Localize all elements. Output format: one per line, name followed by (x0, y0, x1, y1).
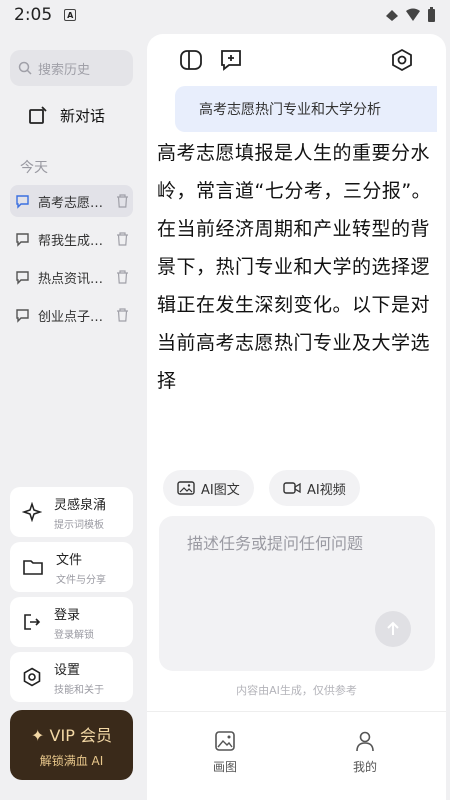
trash-icon[interactable] (116, 194, 129, 208)
chat-bubble-icon (16, 270, 29, 285)
chat-topbar (147, 34, 446, 86)
answer-fade (147, 434, 446, 474)
assistant-answer: 高考志愿填报是人生的重要分水岭，常言道“七分考，三分报”。在当前经济周期和产业转… (157, 142, 432, 392)
search-input[interactable]: 搜索历史 (10, 50, 133, 86)
send-button[interactable] (375, 611, 411, 647)
bottom-nav: 画图 我的 (147, 711, 446, 800)
user-message: 高考志愿热门专业和大学分析 (175, 86, 437, 132)
user-icon (356, 731, 374, 752)
vip-title: VIP 会员 (49, 726, 112, 745)
vip-button[interactable]: ✦ VIP 会员 解锁满血 AI (10, 710, 133, 780)
prompt-input[interactable]: 描述任务或提问任何问题 (159, 516, 435, 671)
chat-bubble-icon (16, 308, 29, 323)
login-icon (24, 614, 41, 630)
conversation-label: 高考志愿热门专业和大学分析 (38, 195, 104, 211)
search-icon (18, 61, 32, 75)
conversation-label: 帮我生成一份计划 (38, 233, 104, 249)
new-chat-icon[interactable] (219, 48, 243, 72)
nav-draw[interactable]: 画图 (213, 730, 237, 775)
settings-icon[interactable] (390, 48, 414, 72)
login-button[interactable]: 登录 登录解锁 (10, 597, 133, 647)
status-bar: 2:05 A (0, 0, 450, 30)
tool-subtitle: 登录解锁 (54, 629, 94, 641)
notification-icon: A (64, 9, 77, 21)
tool-title: 灵感泉涌 (54, 497, 107, 513)
conversation-item[interactable]: 热点资讯速览 (10, 261, 133, 293)
new-chat-label: 新对话 (60, 107, 106, 125)
conversation-item[interactable]: 帮我生成一份计划 (10, 223, 133, 255)
prompt-placeholder: 描述任务或提问任何问题 (187, 534, 364, 553)
wifi-icon (406, 8, 420, 21)
new-chat-icon (29, 105, 47, 124)
tool-title: 设置 (54, 662, 81, 678)
video-icon (283, 482, 301, 494)
status-icons (385, 7, 436, 23)
inspiration-button[interactable]: 灵感泉涌 提示词模板 (10, 487, 133, 537)
ai-video-chip[interactable]: AI视频 (269, 470, 360, 506)
image-icon (177, 481, 195, 495)
trash-icon[interactable] (116, 308, 129, 322)
chat-panel: 高考志愿热门专业和大学分析 高考志愿填报是人生的重要分水岭，常言道“七分考，三分… (147, 34, 446, 800)
signal-icon (386, 10, 398, 21)
conversation-item[interactable]: 创业点子推荐 (10, 299, 133, 331)
tool-subtitle: 文件与分享 (56, 574, 106, 586)
settings-icon (23, 667, 41, 687)
new-chat-button[interactable]: 新对话 (28, 105, 105, 126)
chat-bubble-icon (16, 232, 29, 247)
vip-sparkle-icon: ✦ (31, 726, 50, 745)
tool-subtitle: 提示词模板 (54, 519, 104, 531)
nav-profile[interactable]: 我的 (353, 730, 377, 775)
search-placeholder: 搜索历史 (38, 62, 91, 78)
tool-subtitle: 技能和关于 (54, 684, 104, 696)
battery-icon (428, 7, 435, 22)
chip-label: AI图文 (201, 482, 240, 498)
arrow-up-icon (387, 621, 399, 635)
sparkle-icon (22, 502, 42, 522)
status-time: 2:05 (14, 5, 53, 25)
sidebar-toggle-icon[interactable] (179, 48, 203, 72)
sidebar: 搜索历史 新对话 今天 高考志愿热门专业和大学分析 帮我生成一份计划 热点资讯速… (0, 30, 146, 800)
tool-title: 登录 (54, 607, 81, 623)
ai-image-chip[interactable]: AI图文 (163, 470, 254, 506)
chat-bubble-icon (16, 194, 29, 209)
settings-button[interactable]: 设置 技能和关于 (10, 652, 133, 702)
nav-label: 我的 (353, 760, 378, 774)
trash-icon[interactable] (116, 232, 129, 246)
picture-icon (215, 731, 235, 751)
nav-label: 画图 (213, 760, 238, 774)
ai-disclaimer: 内容由AI生成，仅供参考 (236, 684, 357, 697)
conversation-label: 热点资讯速览 (38, 271, 104, 287)
tool-title: 文件 (56, 552, 83, 568)
conversation-item[interactable]: 高考志愿热门专业和大学分析 (10, 185, 133, 217)
vip-subtitle: 解锁满血 AI (39, 754, 104, 768)
folder-icon (23, 560, 43, 575)
files-button[interactable]: 文件 文件与分享 (10, 542, 133, 592)
conversation-label: 创业点子推荐 (38, 309, 104, 325)
trash-icon[interactable] (116, 270, 129, 284)
section-today: 今天 (20, 160, 48, 176)
chip-label: AI视频 (307, 482, 346, 498)
